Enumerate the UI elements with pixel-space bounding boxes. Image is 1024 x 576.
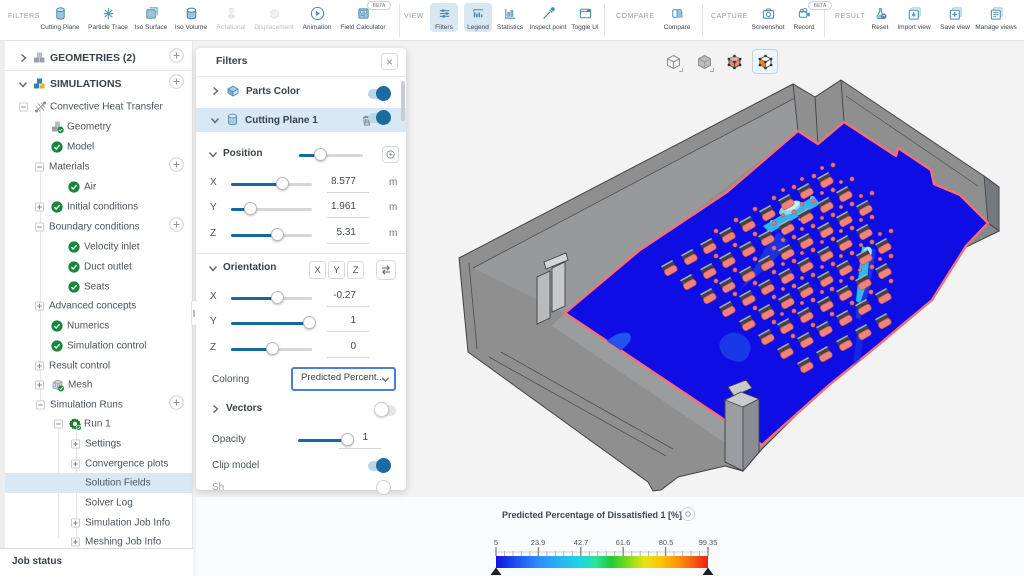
svg-text:61.6: 61.6 (616, 538, 631, 547)
svg-text:80.5: 80.5 (659, 538, 674, 547)
svg-text:42.7: 42.7 (574, 538, 589, 547)
svg-text:99.35: 99.35 (699, 538, 718, 547)
svg-text:Predicted Percentage of Dissat: Predicted Percentage of Dissatisfied 1 [… (502, 510, 682, 520)
svg-text:5: 5 (494, 538, 498, 547)
svg-text:23.9: 23.9 (531, 538, 546, 547)
